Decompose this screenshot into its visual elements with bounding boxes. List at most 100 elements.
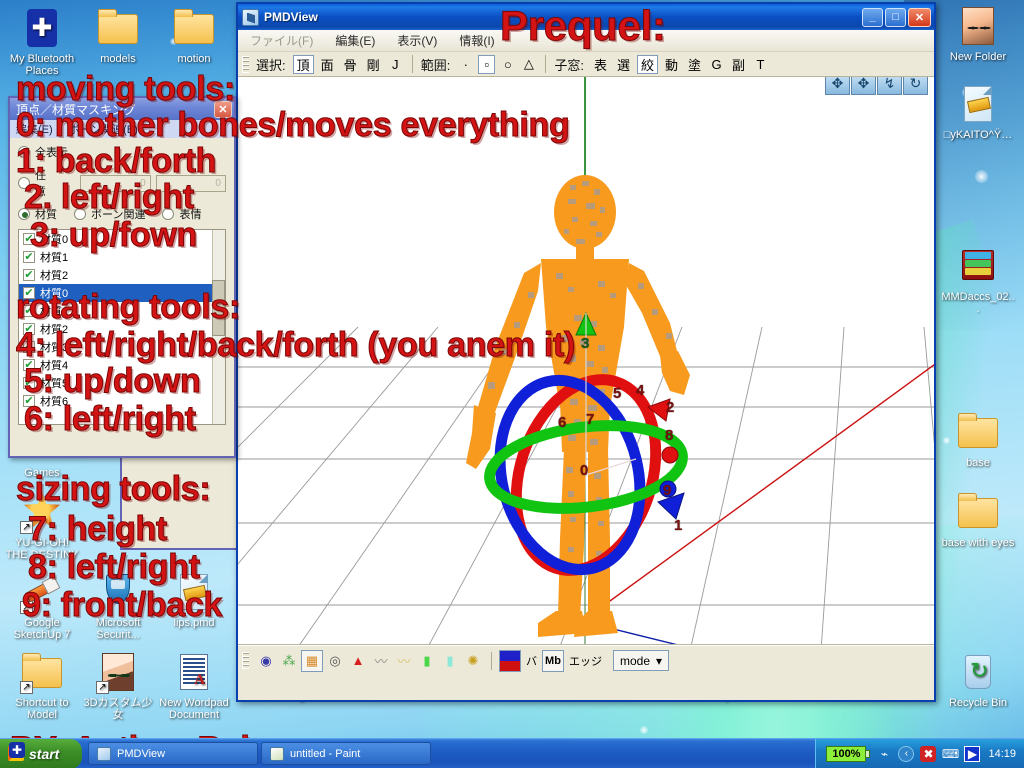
range-circle-button[interactable]: ○	[499, 55, 516, 74]
desktop-icon-new-wordpad-document[interactable]: New Wordpad Document	[156, 650, 232, 721]
maximize-button[interactable]: □	[885, 7, 906, 27]
checkbox[interactable]: ✔	[23, 233, 35, 245]
checkbox[interactable]: ✔	[23, 377, 35, 389]
select-face-button[interactable]: 面	[318, 55, 337, 74]
gizmo-label-8[interactable]: 8	[665, 427, 673, 444]
desktop-icon-motion[interactable]: motion	[156, 6, 232, 65]
color-swatch-icon[interactable]: ■	[499, 649, 521, 672]
rotate-tool-icon[interactable]: ↻	[903, 77, 928, 95]
range-max-input[interactable]: 0	[155, 174, 226, 192]
checkbox[interactable]: ✔	[23, 269, 35, 281]
mode-radio-group[interactable]: 材質 ボーン関連 表情	[18, 206, 226, 222]
desktop-icon-microsoft-security[interactable]: Microsoft Securit...	[80, 570, 156, 641]
list-item[interactable]: ✔ 材質3	[19, 338, 225, 356]
bottom-toolbar-grip[interactable]	[242, 652, 249, 669]
physics-icon[interactable]: ✺	[462, 650, 484, 672]
masking-dialog-menubar[interactable]: 編集(E) ボーン関連(B)	[10, 120, 234, 138]
mesh-display-icon[interactable]: ▦	[301, 649, 323, 672]
sub-paint-button[interactable]: 塗	[685, 55, 704, 74]
gizmo-label-7[interactable]: 7	[586, 411, 594, 428]
list-item[interactable]: ✔ 材質4	[19, 356, 225, 374]
checkbox[interactable]: ✔	[23, 305, 35, 317]
gizmo-label-1[interactable]: 1	[674, 517, 682, 534]
power-plug-icon[interactable]: ⌁	[876, 746, 892, 762]
taskbar-clock[interactable]: 14:19	[988, 748, 1016, 760]
minimize-button[interactable]: _	[862, 7, 883, 27]
radio-button[interactable]	[18, 208, 30, 220]
point-display-icon[interactable]: ◎	[324, 650, 346, 672]
pmdview-bottom-toolbar[interactable]: ◉ ⁂ ▦ ◎ ▲ 〰 〰 ▮ ▮ ✺ ■ バ Mb エッジ mode ▾	[238, 645, 934, 675]
menu-info[interactable]: 情報(I)	[459, 32, 494, 49]
radio-button[interactable]	[162, 208, 175, 220]
sub-select-button[interactable]: 選	[614, 55, 633, 74]
checkbox[interactable]: ✔	[23, 395, 35, 407]
vertex-display-icon[interactable]: ◉	[255, 650, 277, 672]
face-display-icon[interactable]: ▲	[347, 650, 369, 672]
range-rect-button[interactable]: ▫	[478, 54, 496, 74]
toolbar-grip[interactable]	[242, 55, 249, 73]
mb-button[interactable]: Mb	[542, 649, 564, 672]
desktop-icon-base[interactable]: base	[940, 410, 1016, 469]
mode-dropdown[interactable]: mode ▾	[613, 650, 670, 671]
wire-display-icon[interactable]: ⁂	[278, 650, 300, 672]
desktop-icon-google-sketchup-7[interactable]: ↗ Google SketchUp 7	[4, 570, 80, 641]
bluetooth-tray-icon[interactable]: ✚	[9, 742, 25, 758]
list-item[interactable]: ✔ 材質2	[19, 320, 225, 338]
gizmo-label-5[interactable]: 5	[613, 385, 621, 402]
sub-sub-button[interactable]: 副	[729, 55, 748, 74]
zoom-tool-icon[interactable]: ↯	[877, 77, 902, 95]
radio-button[interactable]	[74, 208, 86, 220]
desktop-icon-recycle-bin[interactable]: Recycle Bin	[940, 650, 1016, 709]
list-item[interactable]: ✔ 材質0	[19, 284, 225, 302]
taskbar-item-pmdview[interactable]: PMDView	[88, 742, 258, 765]
desktop-icon-yugioh[interactable]: ↗ YU-GI-OH! THE DESTINY	[4, 490, 80, 561]
range-min-input[interactable]: 0	[80, 174, 151, 192]
gizmo-label-9[interactable]: 9	[663, 482, 671, 499]
desktop-icon-new-folder[interactable]: New Folder	[940, 4, 1016, 63]
checkbox[interactable]: ✔	[23, 341, 35, 353]
desktop-icon-mmdaccs-archive[interactable]: MMDaccs_02...	[940, 244, 1016, 315]
pmdview-toolbar[interactable]: 選択: 頂 面 骨 剛 J 範囲: · ▫ ○ △ 子窓: 表 選 絞 動 塗 …	[238, 52, 934, 77]
bone-dim-icon[interactable]: 〰	[393, 650, 415, 672]
list-item[interactable]: ✔ 材質0	[19, 230, 225, 248]
media-play-icon[interactable]: ▶	[964, 745, 981, 762]
sub-display-button[interactable]: 表	[591, 55, 610, 74]
checkbox[interactable]: ✔	[23, 251, 35, 263]
select-joint-button[interactable]: J	[387, 55, 404, 74]
pmdview-window[interactable]: PMDView _ □ ✕ ファイル(F) 編集(E) 表示(V) 情報(I) …	[236, 2, 936, 702]
taskbar-item-paint[interactable]: untitled - Paint	[261, 742, 431, 765]
checkbox[interactable]: ✔	[23, 359, 35, 371]
sub-g-button[interactable]: G	[708, 55, 725, 74]
masking-dialog-titlebar[interactable]: 頂点／材質マスキング ✕	[10, 98, 234, 120]
gizmo-label-4[interactable]: 4	[636, 382, 644, 399]
radio-arbitrary[interactable]: 任意 0 0	[18, 167, 226, 199]
sub-t-button[interactable]: T	[752, 55, 769, 74]
joint-cyan-icon[interactable]: ▮	[439, 650, 461, 672]
pmdview-viewport[interactable]: 0 1 2 3 4 5 6 7 8 9 ✥ ✥ ↯ ↻	[238, 77, 934, 645]
desktop-icon-kaito-document[interactable]: □yKAITO^Ÿ…	[940, 82, 1016, 141]
menu-file[interactable]: ファイル(F)	[250, 32, 313, 49]
list-item[interactable]: ✔ 材質2	[19, 266, 225, 284]
desktop-icon-base-with-eyes[interactable]: base with eyes	[934, 490, 1022, 549]
desktop-icon-lips-pmd[interactable]: lips.pmd	[156, 570, 232, 629]
list-item[interactable]: ✔ 材質5	[19, 374, 225, 392]
checkbox[interactable]: ✔	[23, 287, 35, 299]
desktop-icon-my-bluetooth-places[interactable]: ✚ My Bluetooth Places	[4, 6, 80, 77]
system-tray[interactable]: 100% ⌁ ‹ ✖ ⌨ ▶ ✚ 14:19	[9, 738, 1024, 768]
checkbox[interactable]: ✔	[23, 323, 35, 335]
menu-view[interactable]: 表示(V)	[397, 32, 437, 49]
gizmo-label-3[interactable]: 3	[581, 335, 589, 352]
sub-move-button[interactable]: 動	[662, 55, 681, 74]
range-triangle-button[interactable]: △	[520, 55, 537, 74]
sub-mask-button[interactable]: 絞	[636, 54, 658, 74]
desktop-icon-models[interactable]: models	[80, 6, 156, 65]
desktop-icon-3d-custom-girl[interactable]: ↗ 3Dカスタム少女	[80, 650, 156, 721]
close-button[interactable]: ✕	[908, 7, 931, 27]
list-item[interactable]: ✔ 材質6	[19, 392, 225, 410]
gizmo-label-0[interactable]: 0	[580, 462, 588, 479]
pmdview-menubar[interactable]: ファイル(F) 編集(E) 表示(V) 情報(I)	[238, 30, 934, 52]
range-point-button[interactable]: ·	[457, 55, 474, 74]
vertex-material-masking-dialog[interactable]: 頂点／材質マスキング ✕ 編集(E) ボーン関連(B) 全表示 任意 0 0 材…	[8, 96, 236, 458]
joint-green-icon[interactable]: ▮	[416, 650, 438, 672]
menu-edit[interactable]: 編集(E)	[335, 32, 375, 49]
